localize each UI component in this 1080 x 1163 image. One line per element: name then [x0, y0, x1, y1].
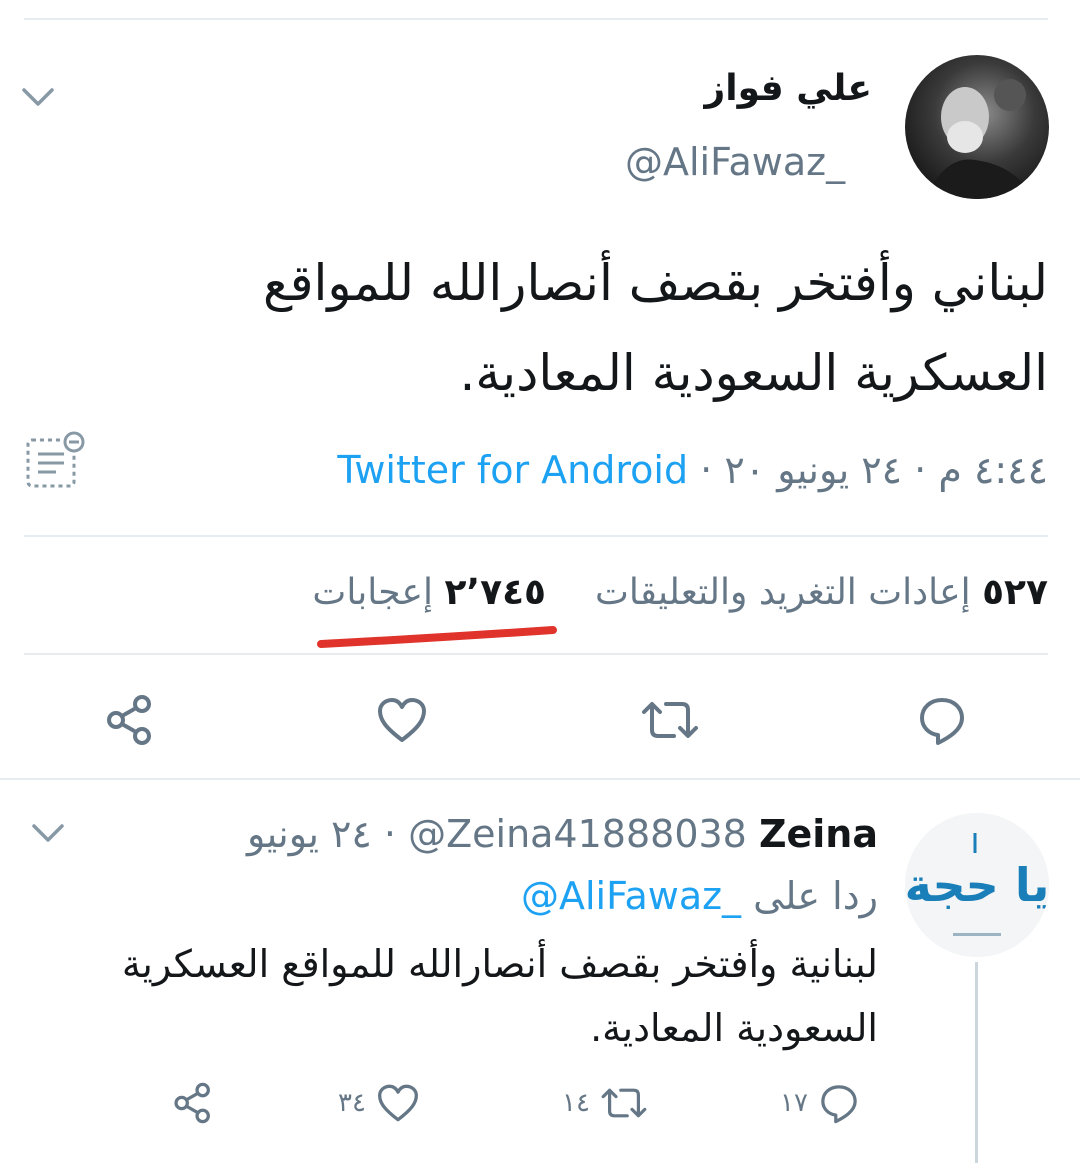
retweet-icon [601, 1088, 647, 1118]
share-icon [174, 1082, 210, 1124]
chevron-down-icon[interactable] [28, 818, 68, 848]
likes-stat[interactable]: ٢٬٧٤٥ إعجابات [312, 572, 546, 613]
replying-to-handle[interactable]: @AliFawaz_ [521, 874, 741, 918]
tweet-text-line: لبناني وأفتخر بقصف أنصارالله للمواقع [263, 254, 1048, 312]
retweet-button[interactable] [640, 690, 700, 750]
like-button[interactable] [372, 690, 432, 750]
reply-header: Zeina @Zeina41888038 · ٢٤ يونيو [247, 812, 878, 856]
retweet-icon [642, 702, 698, 738]
reply-button[interactable] [912, 690, 972, 750]
retweets-stat[interactable]: ٥٢٧ إعادات التغريد والتعليقات [595, 572, 1048, 613]
heart-icon [378, 698, 426, 742]
tweet-text: لبناني وأفتخر بقصف أنصارالله للمواقع الع… [48, 238, 1048, 418]
heart-icon [377, 1084, 418, 1122]
reply-retweets-count: ١٤ [562, 1088, 590, 1118]
reply-like-button[interactable]: ٣٤ [338, 1078, 420, 1128]
divider [24, 535, 1048, 537]
reply-text-line: لبنانية وأفتخر بقصف أنصارالله للمواقع ال… [121, 942, 878, 986]
svg-text:يا حجة: يا حجة [905, 858, 1049, 912]
reply-icon [920, 698, 964, 745]
separator: · [914, 448, 927, 492]
author-handle[interactable]: @AliFawaz_ [625, 140, 845, 184]
retweets-label: إعادات التغريد والتعليقات [594, 572, 971, 613]
reply-share-button[interactable] [172, 1078, 214, 1128]
reply-date: ٢٤ يونيو [247, 812, 372, 856]
reply-reply-button[interactable]: ١٧ [780, 1078, 860, 1128]
reply-icon [821, 1085, 857, 1124]
tweet-text-line: العسكرية السعودية المعادية. [459, 344, 1048, 402]
red-underline-annotation [317, 626, 557, 648]
avatar[interactable] [905, 55, 1049, 199]
top-divider [24, 18, 1048, 20]
reply-retweet-button[interactable]: ١٤ [562, 1078, 648, 1128]
tweet-source-link[interactable]: Twitter for Android [337, 448, 688, 492]
reply-likes-count: ٣٤ [338, 1088, 366, 1118]
replying-to-label: ردا على [753, 874, 878, 918]
reply-author-name[interactable]: Zeina [759, 812, 878, 856]
thread-line [975, 962, 978, 1163]
separator: · [383, 812, 396, 856]
tweet-time: ٤:٤٤ م [938, 448, 1048, 492]
reply-author-handle[interactable]: @Zeina41888038 [408, 812, 747, 856]
analytics-icon[interactable] [24, 430, 88, 490]
replying-to: ردا على @AliFawaz_ [521, 874, 878, 918]
share-button[interactable] [100, 690, 160, 750]
share-icon [107, 695, 151, 745]
reply-text-line: السعودية المعادية. [590, 1006, 878, 1050]
tweet-meta: ٤:٤٤ م · ٢٤ يونيو ٢٠ · Twitter for Andro… [337, 448, 1048, 492]
reply-text: لبنانية وأفتخر بقصف أنصارالله للمواقع ال… [58, 932, 878, 1060]
likes-label: إعجابات [312, 572, 433, 613]
separator: · [700, 448, 713, 492]
reply-replies-count: ١٧ [780, 1088, 808, 1118]
chevron-down-icon[interactable] [18, 82, 58, 112]
divider [24, 653, 1048, 655]
reply-avatar[interactable]: يا حجة [905, 813, 1049, 957]
tweet-date: ٢٤ يونيو ٢٠ [724, 448, 903, 492]
tweet-stats: ٥٢٧ إعادات التغريد والتعليقات ٢٬٧٤٥ إعجا… [312, 572, 1048, 613]
divider [0, 778, 1080, 780]
retweets-count: ٥٢٧ [982, 572, 1048, 613]
author-name[interactable]: علي فواز [472, 68, 872, 109]
likes-count: ٢٬٧٤٥ [444, 572, 547, 613]
